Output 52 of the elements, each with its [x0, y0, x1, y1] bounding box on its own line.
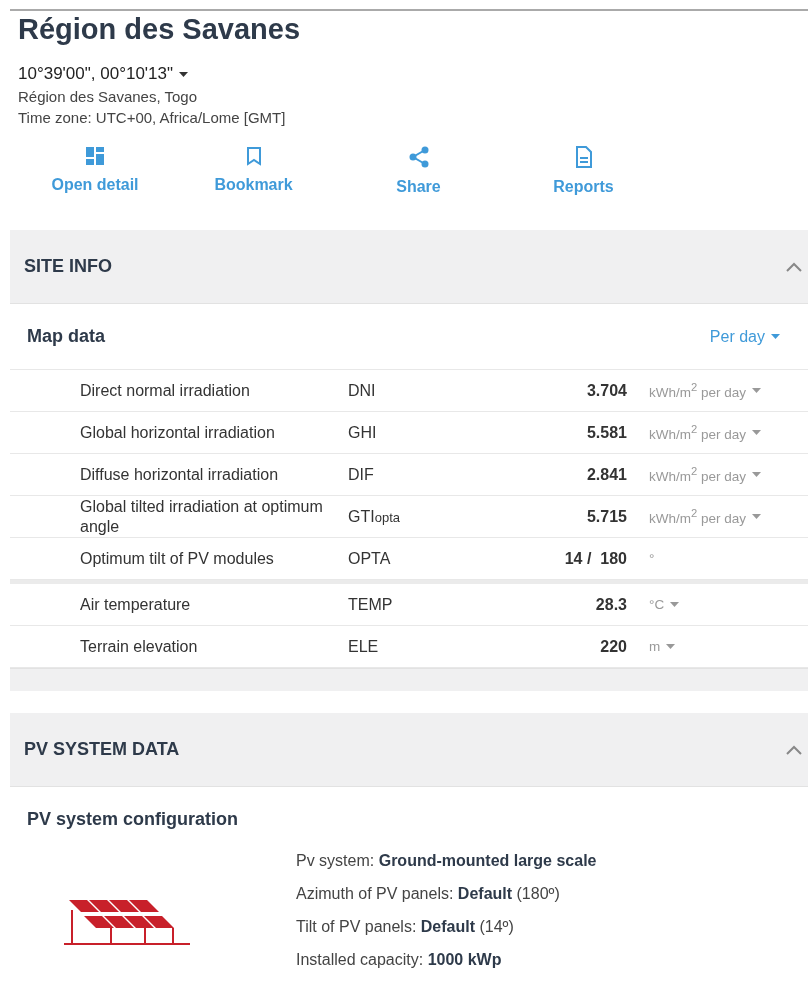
parameter-code: DIF	[348, 465, 375, 484]
parameter-value: 220	[599, 637, 627, 656]
unit-label: °C	[649, 597, 665, 612]
timezone-text: Time zone: UTC+00, Africa/Lome [GMT]	[18, 109, 287, 126]
unit-label: °	[649, 551, 655, 566]
caret-icon[interactable]	[179, 71, 189, 77]
config-detail: Tilt of PV panels: Default (14º)	[296, 917, 515, 937]
config-detail: Pv system: Ground-mounted large scale	[296, 851, 597, 871]
page-title: Région des Savanes	[18, 13, 302, 46]
caret-icon	[771, 334, 780, 339]
parameter-code: GHI	[348, 423, 378, 442]
parameter-value: 3.704	[585, 381, 627, 400]
unit-label: kWh/m$^{2}$ per day	[649, 423, 747, 442]
parameter-value: 5.581	[585, 423, 627, 442]
parameter-code: GTIopta	[348, 507, 401, 526]
unit-label: m	[649, 639, 661, 654]
parameter-name: Air temperature	[79, 594, 192, 615]
parameter-name: Direct normal irradiation	[79, 380, 251, 401]
action-button[interactable]: Reports	[502, 146, 665, 208]
share-icon	[407, 146, 430, 168]
action-button[interactable]: Bookmark	[172, 146, 335, 208]
action-button[interactable]: Open detail	[20, 146, 170, 208]
config-detail: Installed capacity: 1000 kWp	[296, 950, 503, 970]
coordinates: 10°39'00", 00°10'13"	[18, 64, 174, 84]
parameter-code: DNI	[348, 381, 377, 400]
parameter-code: OPTA	[348, 549, 392, 568]
subsection-title: Map data	[27, 326, 105, 347]
section-header[interactable]: PV SYSTEM DATA	[10, 713, 808, 787]
parameter-value: 28.3	[594, 595, 627, 614]
document-icon	[574, 146, 593, 168]
unit-label: kWh/m$^{2}$ per day	[649, 381, 747, 400]
unit-label: kWh/m$^{2}$ per day	[649, 507, 747, 526]
action-button[interactable]: Share	[337, 146, 500, 208]
period-dropdown[interactable]: Per day	[709, 327, 780, 346]
unit-label: kWh/m$^{2}$ per day	[649, 465, 747, 484]
parameter-code: ELE	[348, 637, 380, 656]
config-detail: Azimuth of PV panels: Default (180º)	[296, 884, 561, 904]
parameter-name: Global tilted irradiation at optimum angle	[79, 496, 324, 537]
dashboard-icon	[85, 146, 105, 166]
solar-panel-icon	[64, 898, 190, 948]
parameter-value: 14 / 180	[563, 549, 627, 568]
parameter-name: Global horizontal irradiation	[79, 422, 276, 443]
parameter-value: 2.841	[585, 465, 627, 484]
subsection-title: PV system configuration	[26, 808, 240, 830]
parameter-name: Terrain elevation	[79, 636, 199, 657]
parameter-name: Diffuse horizontal irradiation	[79, 464, 280, 485]
section-header[interactable]: SITE INFO	[10, 230, 808, 304]
parameter-code: TEMP	[348, 595, 394, 614]
bookmark-icon	[245, 146, 262, 166]
location-text: Région des Savanes, Togo	[18, 88, 199, 105]
parameter-value: 5.715	[585, 507, 627, 526]
parameter-name: Optimum tilt of PV modules	[79, 548, 275, 569]
